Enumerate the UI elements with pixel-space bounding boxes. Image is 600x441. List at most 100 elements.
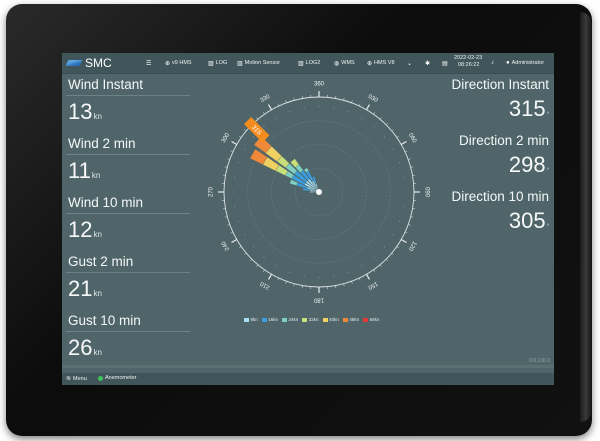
brand-logo[interactable]: SMC [65, 55, 112, 71]
plus-circle-icon: ⊕ [367, 60, 373, 67]
rose-dot [303, 275, 305, 277]
rose-tick [410, 166, 414, 168]
rose-tick-label: 300 [221, 132, 232, 144]
brand-name: SMC [85, 56, 112, 70]
rose-dot [392, 234, 394, 236]
rose-tick [256, 264, 259, 267]
stat-value: 298 [508, 152, 546, 177]
rose-dot [238, 162, 240, 164]
gear-icon[interactable]: ✱ [425, 57, 432, 69]
rose-tick-label: 330 [259, 94, 271, 105]
legend-item: 16kn [261, 317, 278, 322]
stat-unit: kn [91, 171, 101, 180]
calendar-icon: ▤ [442, 60, 448, 67]
rose-tick [400, 140, 407, 146]
legend-label: 48kn [349, 317, 360, 322]
stat-label: Gust 2 min [68, 254, 134, 269]
rose-dot [318, 106, 320, 107]
stat-value-row: 298 ° [509, 152, 549, 178]
plus-circle-icon: ⊕ [165, 60, 171, 67]
rose-tick [410, 216, 414, 218]
nav-motion-sensor[interactable]: ▥ Motion Sensor [237, 57, 280, 69]
wifi-icon: ≋ [66, 376, 72, 382]
rose-tick [404, 150, 408, 153]
rose-dot [402, 206, 404, 208]
rose-tick [351, 281, 353, 284]
rose-dot [275, 117, 277, 119]
globe-icon: ◍ [334, 60, 340, 67]
nav-hms-v8[interactable]: ⊕ HMS V8 [367, 57, 395, 69]
rose-dot [234, 206, 236, 208]
rose-dot [318, 277, 320, 278]
rose-tick [391, 129, 394, 132]
rose-tick [379, 264, 382, 267]
divider [66, 213, 190, 214]
nav-v9-hms[interactable]: ⊕ v9 HMS [165, 57, 192, 69]
rose-tick-label: 030 [367, 94, 379, 105]
bell-icon[interactable]: ♪ [491, 57, 496, 69]
stat-value-row: 315 ° [509, 96, 549, 122]
legend-item: 48kn [342, 317, 360, 322]
legend-label: 8kn [250, 317, 258, 322]
divider [66, 95, 190, 96]
wind-rose-chart: 360 030 060 090 120 150 180 210 240 270 300 330 315 [209, 82, 430, 303]
legend-item: 8kn [244, 317, 258, 322]
user-menu[interactable]: ● Administrator [506, 57, 544, 69]
rose-dot [404, 191, 405, 193]
rose-tick-label: 150 [366, 280, 378, 291]
rose-dot [373, 256, 375, 258]
rose-dot [383, 136, 385, 138]
rose-dot [263, 126, 265, 128]
anemometer-status[interactable]: Anemometer [98, 375, 137, 381]
rose-tick [351, 100, 353, 103]
rose-dot [398, 162, 400, 164]
rose-tick [224, 166, 228, 168]
legend-label: 40kn [329, 317, 339, 322]
rose-tick [285, 281, 287, 284]
chart-icon: ▥ [237, 60, 243, 67]
stat-value-row: 12 kn [68, 217, 102, 243]
chart-icon: ▥ [298, 60, 304, 67]
time-text: 08:26:22 [458, 62, 480, 68]
chevron-down-icon[interactable]: ⌄ [407, 57, 414, 69]
divider [66, 272, 190, 273]
rose-tick [262, 269, 265, 273]
rose-tick-label: 270 [209, 186, 215, 197]
rose-tick-label: 360 [314, 82, 325, 88]
rose-dot [233, 191, 234, 193]
stat-value-row: 11 kn [68, 158, 100, 184]
nav-log2[interactable]: ▥ LOG2 [298, 57, 320, 69]
rose-dot [238, 220, 240, 222]
stat-value: 21 [68, 276, 93, 301]
nav-wms[interactable]: ◍ WMS [334, 57, 355, 69]
rose-tick [293, 97, 295, 101]
rose-center [316, 189, 322, 195]
nav-log[interactable]: ▥ LOG [208, 57, 227, 69]
stat-value-row: 13 kn [68, 99, 102, 125]
rose-tick [400, 238, 407, 244]
rose-dot [303, 107, 305, 109]
rose-tick [244, 129, 247, 132]
rose-tick [244, 252, 247, 255]
stat-value: 11 [68, 158, 91, 183]
legend-swatch [282, 317, 288, 322]
rose-dot [234, 176, 236, 178]
rose-tick [385, 258, 389, 262]
rose-tick [379, 117, 382, 120]
rose-tick [391, 252, 394, 255]
rose-tick [238, 135, 242, 138]
rose-dot [383, 246, 385, 248]
stat-unit: kn [93, 112, 102, 121]
menu-button[interactable]: ≋ Menu [66, 375, 87, 383]
stat-value: 26 [68, 335, 93, 360]
rose-tick-label: 210 [259, 280, 271, 291]
menu-icon[interactable]: ☰ [146, 57, 153, 69]
stat-unit: kn [93, 289, 102, 298]
legend-item: 56kn [363, 317, 379, 322]
rose-tick [231, 140, 238, 146]
stat-value: 13 [68, 99, 93, 124]
rose-tick [408, 158, 411, 160]
rose-tick [277, 103, 280, 107]
stat-value-row: 26 kn [68, 335, 102, 361]
stat-label: Direction 10 min [451, 189, 549, 204]
